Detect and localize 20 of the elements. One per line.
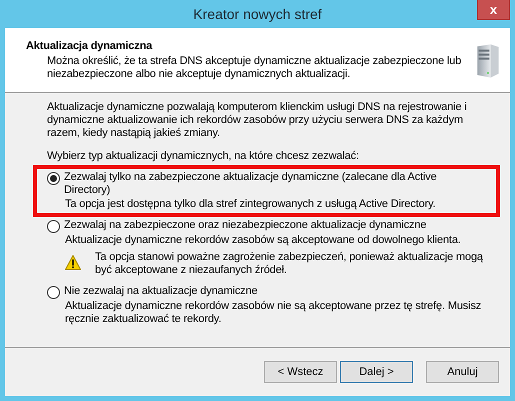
prompt-text: Wybierz typ aktualizacji dynamicznych, na które chcesz zezwalać: — [47, 150, 360, 163]
warning-text: Ta opcja stanowi poważne zagrożenie zabezpieczeń, ponieważ aktualizacje mogą być akceptowane z niezaufanych źródeł. — [95, 251, 484, 277]
page-title: Aktualizacja dynamiczna — [26, 40, 154, 53]
option-description: Aktualizacje dynamiczne rekordów zasobów nie są akceptowane przez tę strefę. Musisz ręcznie zaktualizować te rekordy. — [65, 300, 482, 326]
radio-button[interactable] — [47, 172, 60, 185]
wizard-button[interactable]: < Wstecz — [264, 361, 337, 383]
option-label[interactable]: Zezwalaj tylko na zabezpieczone aktualizacje dynamiczne (zalecane dla Active Directory) — [64, 171, 464, 197]
radio-button[interactable] — [47, 220, 60, 233]
intro-text: Aktualizacje dynamiczne pozwalają komputerom klienckim usługi DNS na rejestrowanie i dynamiczne aktualizowanie ich rekordów zasobów przy użyciu serwera DNS za każdym razem, kiedy nastąpią jakieś zmiany. — [47, 101, 468, 140]
wizard-button[interactable]: Anuluj — [426, 361, 499, 383]
window-title: Kreator nowych stref — [193, 8, 322, 20]
page-description: Można określić, że ta strefa DNS akceptuje dynamiczne aktualizacje zabezpieczone lub niezabezpieczone albo nie akceptuje dynamicznych aktualizacji. — [46, 55, 462, 81]
option-label[interactable]: Nie zezwalaj na aktualizacje dynamiczne — [64, 285, 464, 299]
close-button[interactable]: x — [477, 0, 510, 20]
option-description: Ta opcja jest dostępna tylko dla stref zintegrowanych z usługą Active Directory. — [65, 198, 437, 211]
radio-button[interactable] — [47, 286, 60, 299]
warning-icon — [65, 255, 81, 270]
wizard-button[interactable]: Dalej > — [340, 361, 413, 383]
option-label[interactable]: Zezwalaj na zabezpieczone oraz niezabezpieczone aktualizacje dynamiczne — [64, 219, 464, 233]
option-description: Aktualizacje dynamiczne rekordów zasobów są akceptowane od dowolnego klienta. — [65, 234, 462, 247]
